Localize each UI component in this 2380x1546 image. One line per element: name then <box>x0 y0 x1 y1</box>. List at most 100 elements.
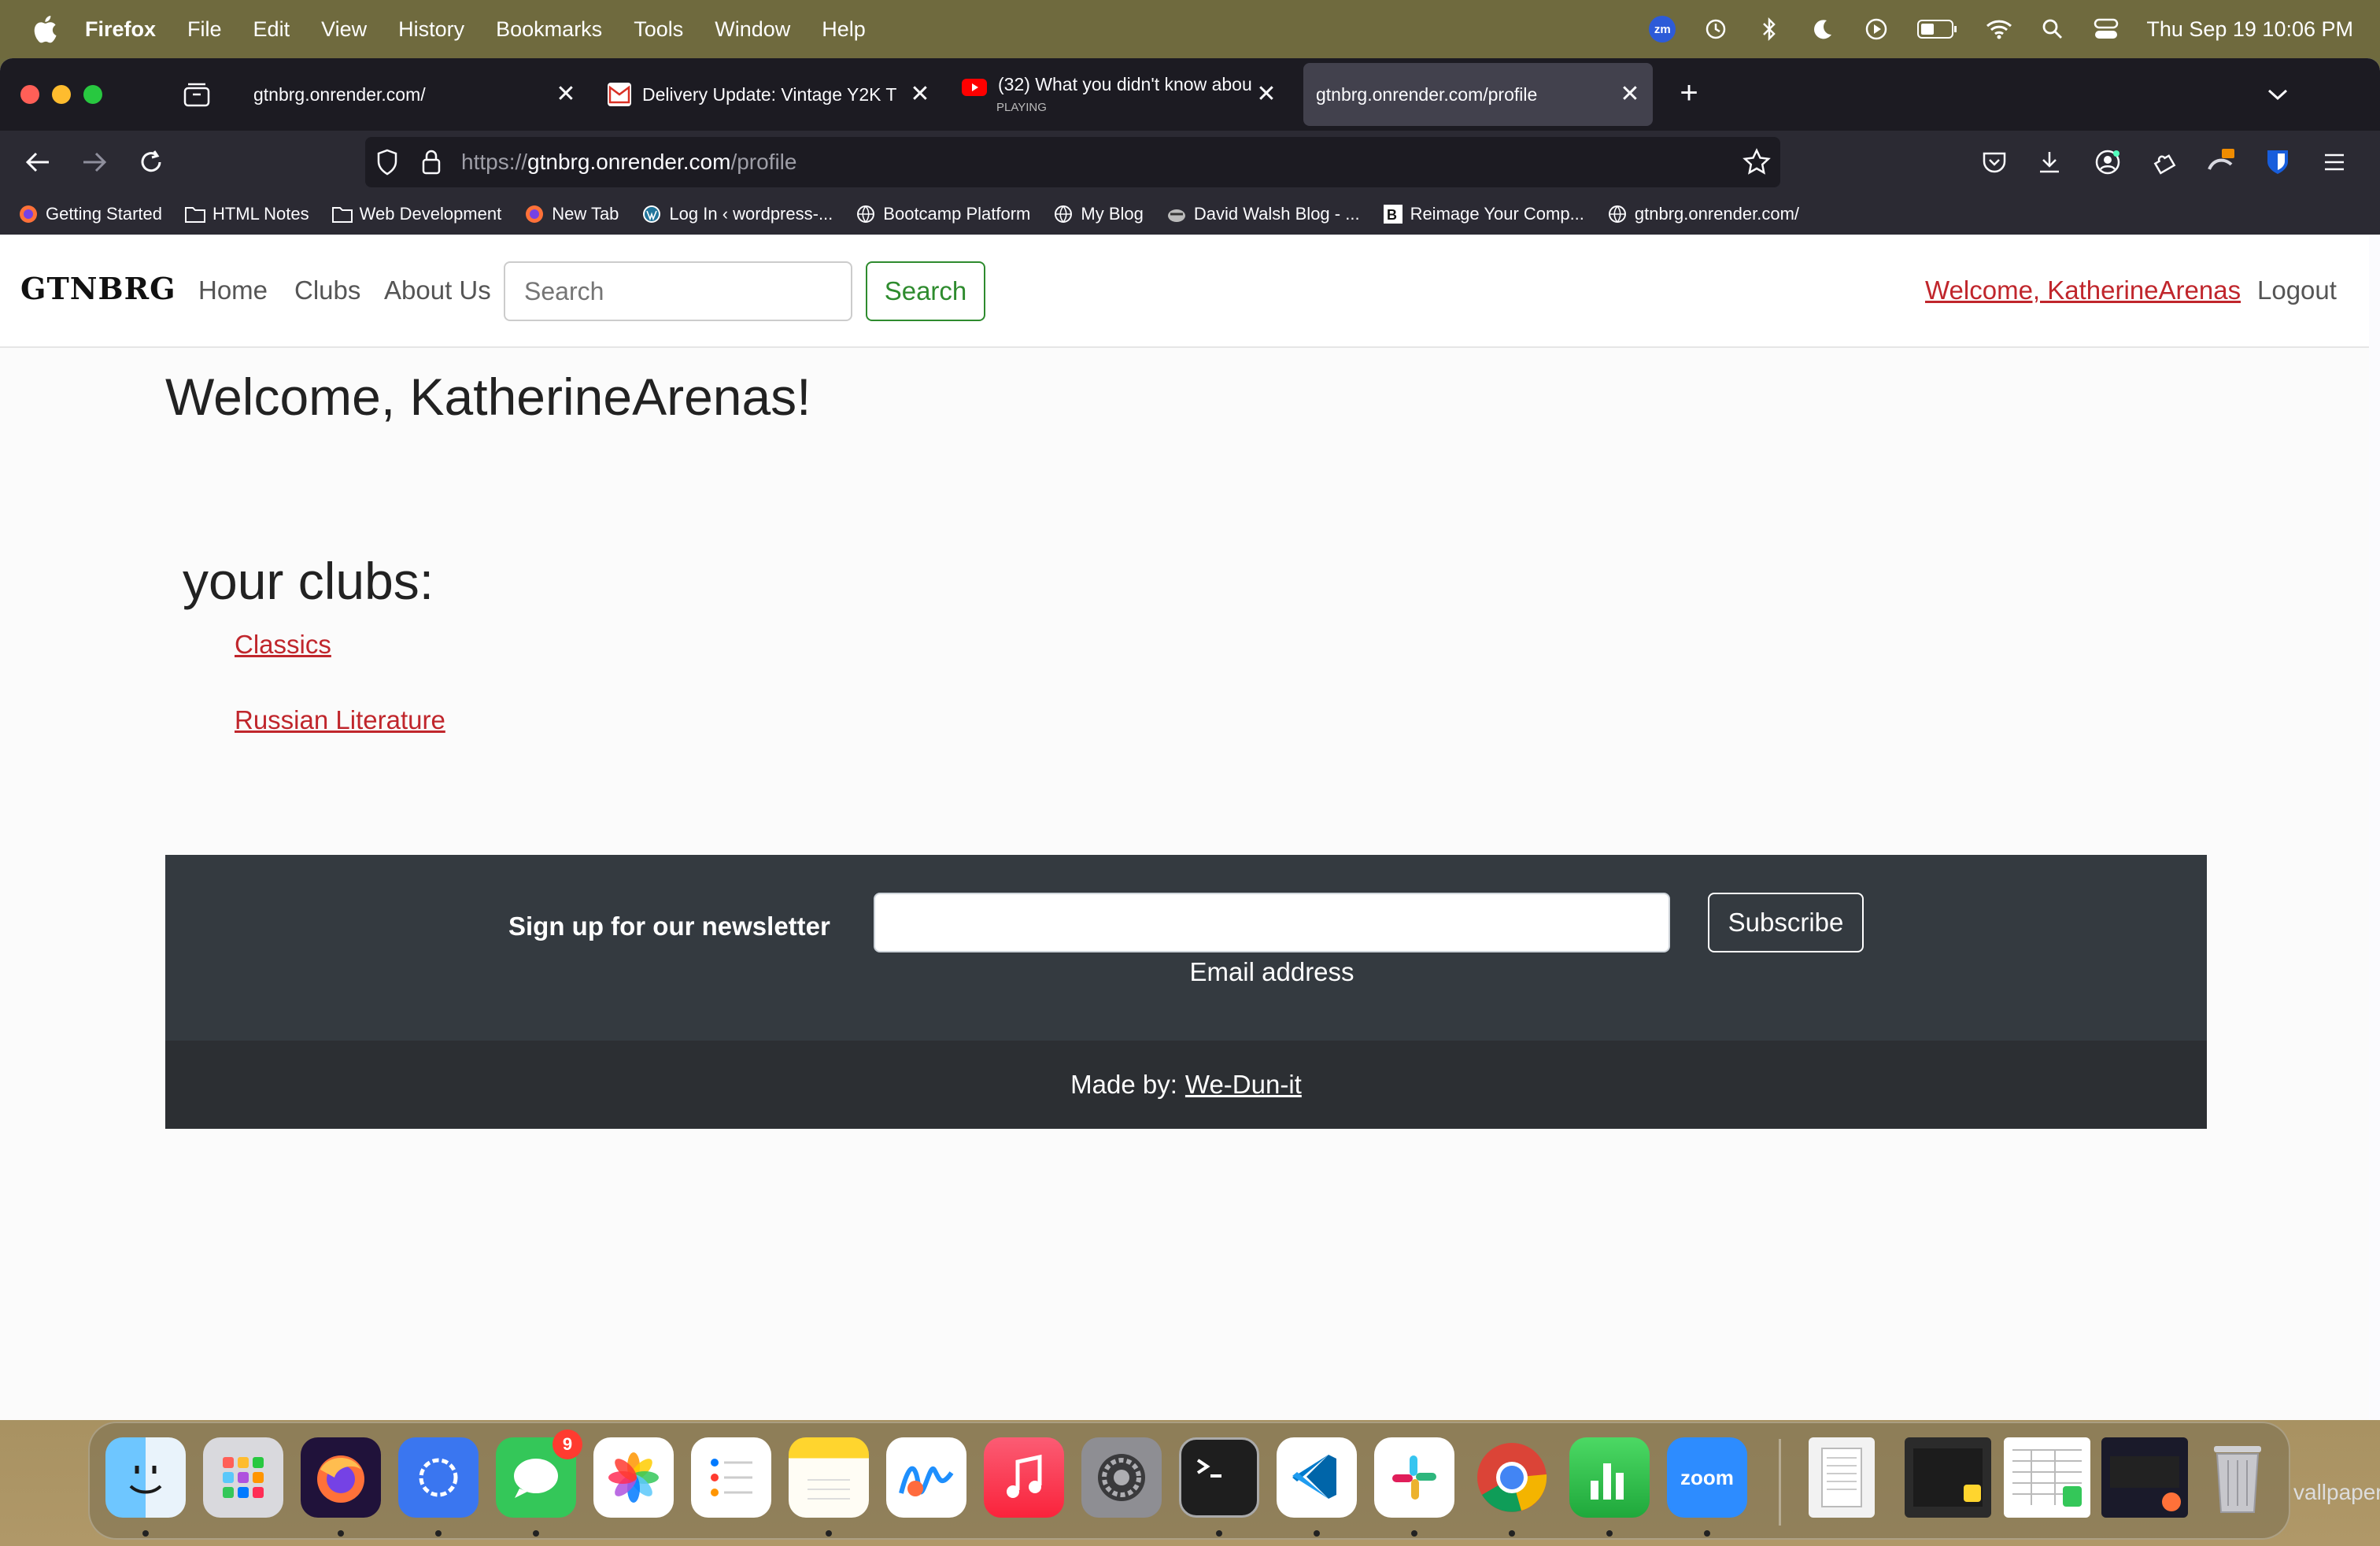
pocket-icon[interactable] <box>1977 145 2012 179</box>
close-tab-icon[interactable]: ✕ <box>1617 80 1643 107</box>
forward-arrow-icon[interactable] <box>77 145 112 179</box>
now-playing-icon[interactable] <box>1863 16 1890 43</box>
freeform-icon[interactable] <box>886 1437 966 1518</box>
time-machine-icon[interactable] <box>1702 16 1729 43</box>
reminders-icon[interactable] <box>691 1437 771 1518</box>
menu-view[interactable]: View <box>321 17 367 42</box>
nav-link-about-us[interactable]: About Us <box>384 276 491 305</box>
running-indicator <box>826 1530 832 1537</box>
globe-icon <box>1052 203 1074 225</box>
menu-window[interactable]: Window <box>715 17 790 42</box>
url-path: /profile <box>730 150 797 174</box>
wifi-icon[interactable] <box>1986 16 2012 43</box>
url-host: gtnbrg.onrender.com <box>527 150 731 174</box>
nav-link-home[interactable]: Home <box>198 276 268 305</box>
menu-file[interactable]: File <box>187 17 222 42</box>
tab-delivery-update[interactable]: Delivery Update: Vintage Y2K T ✕ <box>601 63 935 126</box>
new-tab-plus-icon[interactable]: + <box>1672 76 1706 110</box>
tab-gtnbrg-home[interactable]: gtnbrg.onrender.com/ ✕ <box>242 63 589 126</box>
csv-file-icon[interactable] <box>1809 1437 1875 1518</box>
url-bar[interactable]: https://gtnbrg.onrender.com/profile <box>365 137 1780 187</box>
firefox-view-icon[interactable] <box>183 82 211 109</box>
bookmark-item[interactable]: My Blog <box>1052 203 1144 225</box>
spreadsheet-thumbnail-icon[interactable] <box>2004 1437 2090 1518</box>
bluetooth-icon[interactable] <box>1756 16 1783 43</box>
numbers-icon[interactable] <box>1569 1437 1650 1518</box>
recent-window-thumbnail-icon[interactable] <box>1905 1437 1991 1518</box>
site-search-button[interactable]: Search <box>866 261 985 321</box>
minimize-window-button[interactable] <box>52 85 71 104</box>
finder-icon[interactable] <box>105 1437 186 1518</box>
bookmark-item[interactable]: Getting Started <box>17 203 162 225</box>
bookmark-item[interactable]: Log In ‹ wordpress-... <box>641 203 833 225</box>
menu-help[interactable]: Help <box>822 17 866 42</box>
bookmark-item[interactable]: Web Development <box>331 203 501 225</box>
site-search-input[interactable] <box>504 261 852 321</box>
subscribe-button[interactable]: Subscribe <box>1708 893 1864 952</box>
chrome-icon[interactable] <box>1472 1437 1552 1518</box>
downloads-icon[interactable] <box>2032 145 2067 179</box>
nav-link-clubs[interactable]: Clubs <box>294 276 360 305</box>
bookmark-item[interactable]: HTML Notes <box>184 203 309 225</box>
close-tab-icon[interactable]: ✕ <box>552 80 579 107</box>
bookmark-item[interactable]: Bootcamp Platform <box>855 203 1030 225</box>
zoom-window-button[interactable] <box>83 85 102 104</box>
menu-history[interactable]: History <box>398 17 464 42</box>
bitwarden-shield-icon[interactable] <box>2260 145 2295 179</box>
bookmark-item[interactable]: David Walsh Blog - ... <box>1166 203 1360 225</box>
close-tab-icon[interactable]: ✕ <box>1253 80 1280 107</box>
focus-moon-icon[interactable] <box>1809 16 1836 43</box>
zoom-status-icon[interactable]: zm <box>1649 16 1676 43</box>
zoom-app-icon[interactable]: zoom <box>1667 1437 1747 1518</box>
hamburger-menu-icon[interactable] <box>2317 145 2352 179</box>
footer-credit-link[interactable]: We-Dun-it <box>1185 1070 1302 1100</box>
terminal-icon[interactable] <box>1179 1437 1259 1518</box>
vscode-icon[interactable] <box>1277 1437 1357 1518</box>
menu-edit[interactable]: Edit <box>253 17 290 42</box>
control-center-icon[interactable] <box>2093 16 2119 43</box>
account-icon[interactable] <box>2090 145 2125 179</box>
slack-icon[interactable] <box>1374 1437 1454 1518</box>
running-indicator <box>1704 1530 1710 1537</box>
system-settings-icon[interactable] <box>1081 1437 1162 1518</box>
menu-tools[interactable]: Tools <box>634 17 683 42</box>
firefox-dock-icon[interactable] <box>301 1437 381 1518</box>
bookmark-item[interactable]: B Reimage Your Comp... <box>1382 203 1584 225</box>
club-link-classics[interactable]: Classics <box>235 630 331 660</box>
bookmark-star-icon[interactable] <box>1743 148 1771 176</box>
apple-icon[interactable] <box>30 13 58 45</box>
music-icon[interactable] <box>984 1437 1064 1518</box>
club-link-russian-literature[interactable]: Russian Literature <box>235 705 445 735</box>
spotlight-search-icon[interactable] <box>2039 16 2066 43</box>
battery-icon[interactable] <box>1916 16 1959 43</box>
welcome-user-link[interactable]: Welcome, KatherineArenas <box>1925 276 2241 305</box>
messages-icon[interactable]: 9 <box>496 1429 582 1518</box>
url-text[interactable]: https://gtnbrg.onrender.com/profile <box>461 150 796 175</box>
tab-youtube-playing[interactable]: (32) What you didn't know abou PLAYING ✕ <box>951 63 1284 126</box>
bookmark-label: Log In ‹ wordpress-... <box>669 204 833 224</box>
close-window-button[interactable] <box>20 85 39 104</box>
lock-icon[interactable] <box>420 148 445 176</box>
extension-badge-icon[interactable] <box>2204 145 2238 179</box>
launchpad-icon[interactable] <box>203 1437 283 1518</box>
newsletter-email-input[interactable] <box>874 893 1670 952</box>
back-arrow-icon[interactable] <box>20 145 55 179</box>
menubar-clock[interactable]: Thu Sep 19 10:06 PM <box>2146 17 2353 42</box>
extensions-puzzle-icon[interactable] <box>2147 145 2182 179</box>
trash-icon[interactable] <box>2197 1437 2278 1518</box>
reload-icon[interactable] <box>134 145 168 179</box>
tracking-protection-shield-icon[interactable] <box>375 148 403 176</box>
signal-icon[interactable] <box>398 1437 479 1518</box>
list-all-tabs-chevron-icon[interactable] <box>2260 77 2295 112</box>
firefox-window-thumbnail-icon[interactable] <box>2101 1437 2188 1518</box>
bookmark-item[interactable]: gtnbrg.onrender.com/ <box>1606 203 1799 225</box>
site-brand-logo[interactable]: GTNBRG <box>20 271 176 306</box>
photos-icon[interactable] <box>593 1437 674 1518</box>
close-tab-icon[interactable]: ✕ <box>907 80 933 107</box>
menu-bookmarks[interactable]: Bookmarks <box>496 17 602 42</box>
menu-app-name[interactable]: Firefox <box>85 17 156 42</box>
notes-icon[interactable] <box>789 1437 869 1518</box>
logout-link[interactable]: Logout <box>2257 276 2337 305</box>
bookmark-item[interactable]: New Tab <box>523 203 619 225</box>
tab-gtnbrg-profile[interactable]: gtnbrg.onrender.com/profile ✕ <box>1303 63 1653 126</box>
